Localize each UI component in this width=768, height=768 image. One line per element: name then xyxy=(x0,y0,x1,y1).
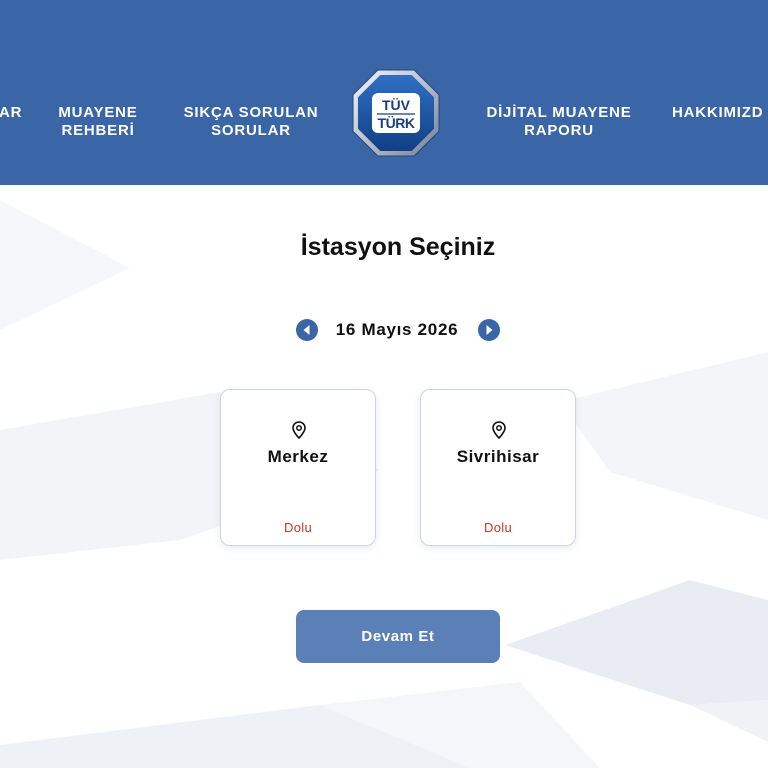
nav-item-label: SORULAR xyxy=(211,122,291,139)
map-pin-icon xyxy=(492,421,506,439)
nav-item-randevular[interactable]: AR xyxy=(0,104,22,122)
station-selection-page: AR MUAYENE REHBERİ SIKÇA SORULAN SORULAR xyxy=(0,0,768,768)
selected-date: 16 Mayıs 2026 xyxy=(335,320,459,339)
station-card-sivrihisar[interactable]: Sivrihisar Dolu xyxy=(420,389,576,546)
nav-item-label: SIKÇA SORULAN xyxy=(183,104,319,121)
svg-text:TÜRK: TÜRK xyxy=(378,115,415,131)
nav-item-muayene-rehberi[interactable]: MUAYENE REHBERİ xyxy=(58,104,137,140)
map-pin-icon xyxy=(292,421,306,439)
svg-text:TÜV: TÜV xyxy=(382,97,411,113)
station-card-merkez[interactable]: Merkez Dolu xyxy=(220,389,376,546)
nav-item-label: AR xyxy=(0,104,23,121)
nav-item-label: DİJİTAL MUAYENE xyxy=(486,104,632,121)
next-date-button[interactable] xyxy=(478,319,500,341)
nav-item-label: RAPORU xyxy=(524,122,594,139)
background-shape xyxy=(505,580,768,705)
station-name: Sivrihisar xyxy=(456,447,540,466)
background-shape xyxy=(560,352,768,520)
continue-button[interactable]: Devam Et xyxy=(296,610,500,663)
nav-item-sikca-sorulan-sorular[interactable]: SIKÇA SORULAN SORULAR xyxy=(184,104,319,140)
nav-item-label: REHBERİ xyxy=(61,122,135,139)
background-shape xyxy=(690,700,768,742)
background-shape xyxy=(0,200,130,330)
station-status: Dolu xyxy=(484,520,512,535)
tuv-turk-logo[interactable]: TÜV TÜRK xyxy=(352,69,440,157)
nav-item-hakkimizda[interactable]: HAKKIMIZD xyxy=(672,104,768,122)
nav-item-label: MUAYENE xyxy=(58,104,138,121)
previous-date-button[interactable] xyxy=(296,319,318,341)
station-status: Dolu xyxy=(284,520,312,535)
nav-item-label: HAKKIMIZD xyxy=(672,104,764,121)
station-name: Merkez xyxy=(267,447,329,466)
caret-right-icon xyxy=(486,325,493,335)
page-title: İstasyon Seçiniz xyxy=(300,233,496,261)
top-navigation-bar: AR MUAYENE REHBERİ SIKÇA SORULAN SORULAR xyxy=(0,0,768,185)
nav-item-dijital-muayene-raporu[interactable]: DİJİTAL MUAYENE RAPORU xyxy=(486,104,631,140)
caret-left-icon xyxy=(303,325,310,335)
logo-icon: TÜV TÜRK xyxy=(352,69,440,157)
